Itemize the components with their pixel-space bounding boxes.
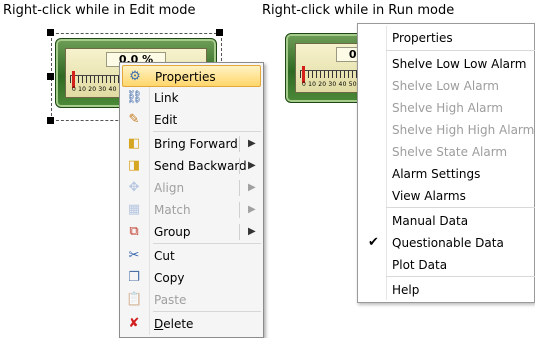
menu-item-label: Delete — [154, 317, 194, 331]
scissors-icon: ✂ — [128, 248, 140, 263]
menu-item-delete[interactable]: ✘ Delete — [122, 313, 261, 335]
menu-item-edit[interactable]: ✎ Edit — [122, 109, 261, 131]
menu-separator — [153, 311, 261, 312]
menu-item-view-alarms[interactable]: View Alarms — [360, 185, 535, 207]
menu-item-label: Cut — [154, 249, 175, 263]
paste-icon: 📋 — [126, 292, 143, 307]
menu-item-label: Questionable Data — [392, 236, 504, 250]
edit-mode-caption: Right-click while in Edit mode — [3, 3, 196, 18]
menu-item-bring-forward[interactable]: ◧ Bring Forward ▶ — [122, 133, 261, 155]
menu-item-shelve-state-alarm[interactable]: Shelve State Alarm — [360, 141, 535, 163]
menu-item-label: Properties — [392, 31, 453, 45]
menu-item-copy[interactable]: ❐ Copy — [122, 267, 261, 289]
resize-handle-top-left[interactable] — [47, 29, 54, 36]
menu-item-label: Send Backward — [154, 159, 247, 173]
submenu-arrow-icon: ▶ — [248, 160, 256, 171]
menu-item-questionable-data[interactable]: ✔ Questionable Data — [360, 232, 535, 254]
bring-forward-icon: ◧ — [127, 136, 141, 151]
submenu-divider — [239, 202, 240, 218]
submenu-arrow-icon: ▶ — [248, 138, 256, 149]
menu-item-paste[interactable]: 📋 Paste — [122, 289, 261, 311]
resize-handle-bottom-left[interactable] — [47, 117, 54, 124]
copy-icon: ❐ — [128, 270, 140, 285]
menu-separator — [386, 276, 535, 277]
menu-item-label: Align — [154, 181, 185, 195]
resize-handle-middle-left[interactable] — [47, 73, 54, 80]
menu-item-label: Match — [154, 203, 191, 217]
submenu-arrow-icon: ▶ — [248, 204, 256, 215]
menu-item-link[interactable]: ⛓ Link — [122, 87, 261, 109]
link-icon: ⛓ — [126, 90, 143, 105]
gear-icon: ⚙ — [129, 69, 141, 84]
checkmark-icon: ✔ — [368, 235, 379, 250]
menu-item-shelve-low-low-alarm[interactable]: Shelve Low Low Alarm — [360, 53, 535, 75]
menu-item-label: Bring Forward — [154, 137, 238, 151]
menu-item-label: Manual Data — [392, 214, 469, 228]
submenu-divider — [239, 158, 240, 174]
edit-mode-context-menu: ⚙ Properties ⛓ Link ✎ Edit ◧ Bring Forward ▶ ◨ Sen… — [119, 62, 264, 338]
submenu-divider — [239, 224, 240, 240]
menu-item-label: View Alarms — [392, 189, 466, 203]
menu-item-label: Properties — [155, 70, 216, 84]
menu-item-align[interactable]: ✥ Align ▶ — [122, 177, 261, 199]
menu-item-cut[interactable]: ✂ Cut — [122, 245, 261, 267]
submenu-divider — [239, 136, 240, 152]
menu-item-label: Shelve Low Low Alarm — [392, 57, 527, 71]
menu-item-label: Group — [154, 225, 191, 239]
menu-item-group[interactable]: ⧉ Group ▶ — [122, 221, 261, 243]
menu-separator — [153, 131, 261, 132]
menu-item-plot-data[interactable]: Plot Data — [360, 254, 535, 276]
submenu-divider — [239, 180, 240, 196]
menu-item-label: Alarm Settings — [392, 167, 481, 181]
delete-icon: ✘ — [128, 316, 140, 331]
submenu-arrow-icon: ▶ — [248, 226, 256, 237]
menu-item-match[interactable]: ▦ Match ▶ — [122, 199, 261, 221]
menu-item-label: Help — [392, 283, 420, 297]
menu-item-label: Link — [154, 91, 179, 105]
menu-item-label: Shelve High High Alarm — [392, 123, 535, 137]
menu-item-label: Shelve High Alarm — [392, 101, 503, 115]
menu-item-manual-data[interactable]: Manual Data — [360, 210, 535, 232]
menu-separator — [386, 50, 535, 51]
menu-item-send-backward[interactable]: ◨ Send Backward ▶ — [122, 155, 261, 177]
menu-separator — [153, 243, 261, 244]
menu-item-label: Plot Data — [392, 258, 448, 272]
menu-item-label: Shelve Low Alarm — [392, 79, 499, 93]
menu-item-help[interactable]: Help — [360, 279, 535, 301]
menu-item-alarm-settings[interactable]: Alarm Settings — [360, 163, 535, 185]
menu-item-label: Shelve State Alarm — [392, 145, 508, 159]
run-mode-caption: Right-click while in Run mode — [262, 3, 455, 18]
group-icon: ⧉ — [129, 224, 139, 239]
pencil-icon: ✎ — [128, 112, 140, 127]
menu-item-label: Paste — [154, 293, 187, 307]
menu-item-label: Copy — [154, 271, 185, 285]
submenu-arrow-icon: ▶ — [248, 182, 256, 193]
menu-item-properties[interactable]: Properties — [360, 27, 535, 49]
menu-item-shelve-high-alarm[interactable]: Shelve High Alarm — [360, 97, 535, 119]
align-icon: ✥ — [128, 180, 140, 195]
menu-item-properties[interactable]: ⚙ Properties — [122, 65, 261, 87]
menu-item-label: Edit — [154, 113, 178, 127]
run-mode-context-menu: Properties Shelve Low Low Alarm Shelve Low… — [357, 23, 535, 303]
match-icon: ▦ — [127, 202, 141, 217]
menu-separator — [386, 207, 535, 208]
menu-item-shelve-low-alarm[interactable]: Shelve Low Alarm — [360, 75, 535, 97]
menu-item-shelve-high-high-alarm[interactable]: Shelve High High Alarm — [360, 119, 535, 141]
send-backward-icon: ◨ — [127, 158, 141, 173]
resize-handle-top-right[interactable] — [216, 29, 223, 36]
